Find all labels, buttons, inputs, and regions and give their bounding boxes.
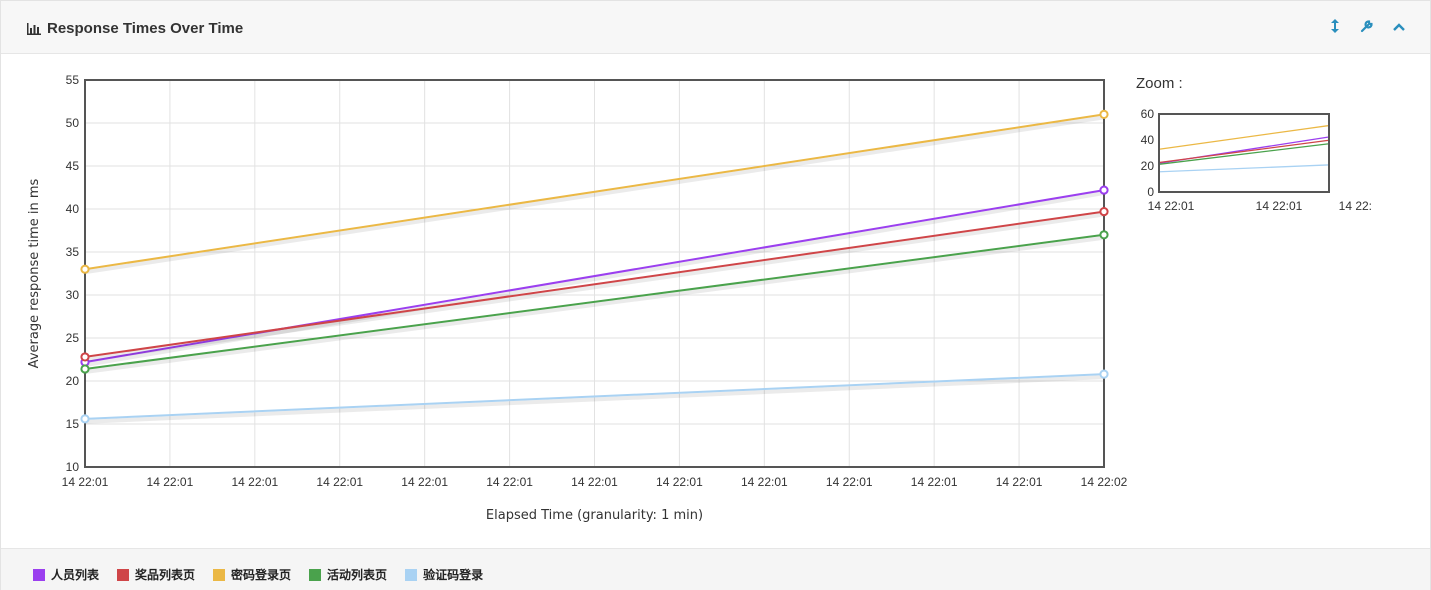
panel-header: Response Times Over Time [1,1,1430,54]
data-point [80,352,90,362]
data-point [1099,206,1109,217]
data-point [1099,109,1109,120]
legend-item[interactable]: 密码登录页 [213,566,291,583]
x-tick-label: 14 22:01 [911,475,958,489]
legend-item[interactable]: 奖品列表页 [117,566,195,583]
x-axis-label: Elapsed Time (granularity: 1 min) [486,508,703,523]
x-tick-label: 14 22:01 [486,475,533,489]
legend-swatch [405,568,418,581]
x-tick-label: 14 22:01 [316,475,363,489]
legend-item[interactable]: 验证码登录 [405,566,483,583]
zoom-frame [1158,113,1330,193]
x-tick-label: 14 22:01 [401,475,448,489]
data-point [80,364,90,374]
zoom-x-tick-label: 14 22:01 [1148,199,1195,213]
chart-legend: 人员列表 奖品列表页 密码登录页 活动列表页 验证码登录 [33,566,483,583]
y-tick-label: 55 [66,73,80,87]
zoom-series-line-3 [1159,125,1329,150]
panel-tools [1328,19,1406,36]
x-tick-label: 14 22:01 [741,475,788,489]
y-tick-label: 25 [66,331,80,345]
legend-swatch [213,568,226,581]
zoom-x-tick-label: 14 22:02 [1339,199,1371,213]
panel-title-text: Response Times Over Time [47,20,244,37]
resize-icon[interactable] [1328,19,1342,36]
zoom-series-line-5 [1159,164,1329,173]
legend-bar: 人员列表 奖品列表页 密码登录页 活动列表页 验证码登录 [1,548,1430,590]
legend-label: 密码登录页 [231,568,292,582]
zoom-overview-chart[interactable]: 604020014 22:0114 22:0114 22:02 [1131,54,1371,234]
legend-swatch [33,568,45,581]
y-tick-label: 30 [66,288,80,302]
legend-label: 奖品列表页 [135,568,196,582]
y-tick-label: 35 [66,245,80,259]
x-tick-label: 14 22:01 [656,475,703,489]
data-point [80,414,90,424]
legend-swatch [309,568,322,581]
y-tick-label: 45 [66,159,80,173]
data-point [1099,230,1109,240]
x-tick-label: 14 22:02 [1081,475,1128,489]
y-tick-label: 20 [66,374,80,388]
zoom-y-tick-label: 60 [1141,107,1155,121]
x-tick-label: 14 22:01 [996,475,1043,489]
response-times-panel: Response Times Over Time 10 15 20 25 30 35 40 4… [0,0,1431,590]
chevron-up-icon[interactable] [1392,19,1406,36]
x-tick-label: 14 22:01 [826,475,873,489]
data-point [80,264,90,274]
y-tick-label: 50 [66,116,80,130]
data-point [1099,369,1109,379]
legend-item[interactable]: 活动列表页 [309,566,387,583]
zoom-series-line-2 [1159,139,1329,164]
x-tick-label: 14 22:01 [147,475,194,489]
legend-label: 验证码登录 [423,568,484,582]
y-tick-label: 15 [66,417,80,431]
legend-swatch [117,568,130,581]
y-tick-label: 40 [66,202,80,216]
zoom-y-tick-label: 40 [1141,133,1155,147]
zoom-x-tick-label: 14 22:01 [1256,199,1303,213]
x-tick-label: 14 22:01 [62,475,109,489]
main-line-chart[interactable]: 10 15 20 25 30 35 40 45 50 55 14 22:01 14 22:01 14 2… [1,54,1131,548]
legend-label: 活动列表页 [327,568,388,582]
x-tick-label: 14 22:01 [231,475,278,489]
panel-title[interactable]: Response Times Over Time [27,20,243,37]
zoom-y-tick-label: 20 [1141,159,1155,173]
wrench-icon[interactable] [1360,19,1374,36]
zoom-y-tick-label: 0 [1147,185,1154,199]
legend-item[interactable]: 人员列表 [33,566,99,583]
data-point [1099,185,1109,195]
bar-chart-icon [27,22,41,35]
zoom-series-line-4 [1159,143,1329,165]
y-axis-label: Average response time in ms [27,178,42,368]
y-tick-label: 10 [66,460,80,474]
x-tick-label: 14 22:01 [571,475,618,489]
legend-label: 人员列表 [51,568,100,582]
